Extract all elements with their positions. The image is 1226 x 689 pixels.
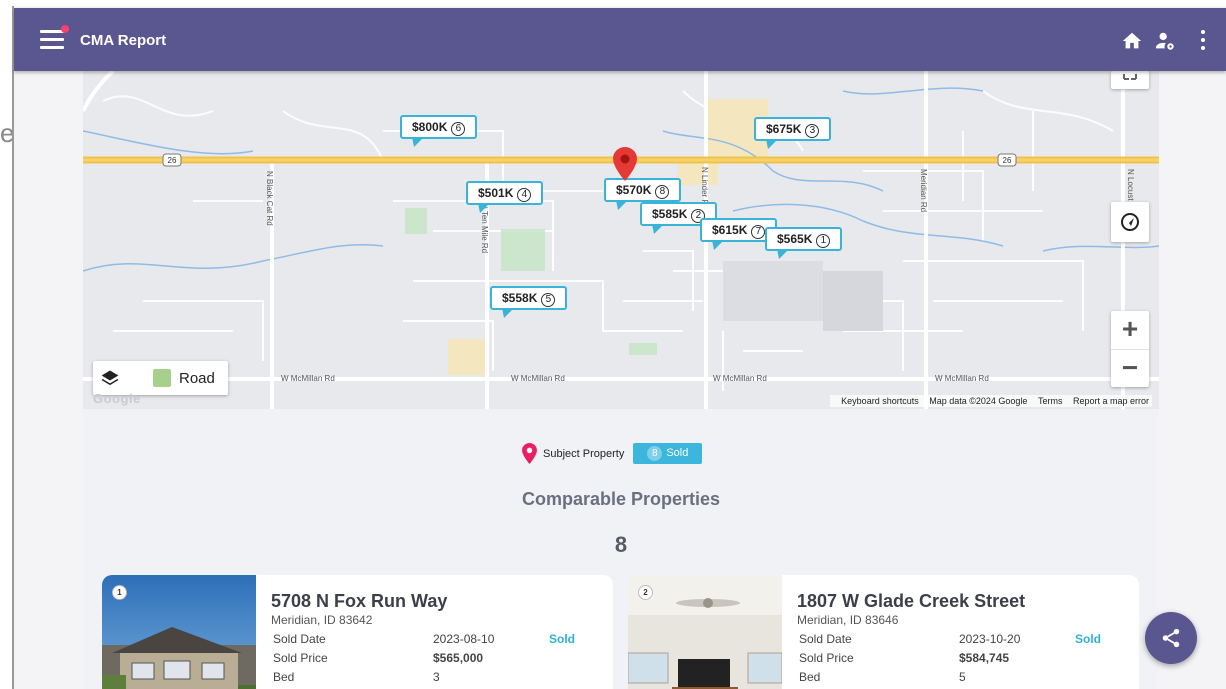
main-content: 26 26 N Black Cat Rd N Ten Mile Rd N Lin…	[83, 71, 1159, 689]
map-data-text: Map data ©2024 Google	[929, 396, 1028, 406]
card-index-badge: 1	[112, 585, 127, 600]
share-button[interactable]	[1145, 612, 1197, 664]
status-badge: Sold	[1075, 632, 1101, 646]
subject-property-label: Subject Property	[543, 447, 625, 460]
detail-value: 2023-08-10	[433, 632, 495, 646]
road-thumbnail	[153, 369, 171, 387]
status-badge: Sold	[549, 632, 575, 646]
map-legend: Subject Property 8 Sold	[522, 443, 703, 464]
frame-edge	[12, 6, 14, 689]
keyboard-shortcuts-link[interactable]: Keyboard shortcuts	[841, 396, 919, 406]
property-city: Meridian, ID 83646	[797, 613, 899, 627]
map-type-label: Road	[179, 369, 215, 387]
subject-property-pin[interactable]	[613, 147, 637, 181]
detail-label: Sold Price	[273, 651, 328, 665]
property-details: Sold Date 2023-10-20 Sold Sold Price $584,7…	[797, 631, 1101, 688]
road-label-locust: N Locust	[1126, 169, 1135, 201]
detail-value: 3	[433, 670, 440, 684]
property-card[interactable]: 2 1807 W Glade Creek Street Meridian, ID…	[628, 575, 1139, 689]
detail-label: Sold Date	[273, 632, 326, 646]
subject-pin-icon	[522, 443, 537, 464]
property-address[interactable]: 5708 N Fox Run Way	[271, 591, 601, 612]
comparables-count: 8	[614, 532, 628, 557]
zoom-in-button[interactable]: +	[1111, 311, 1149, 349]
my-location-button[interactable]	[1111, 202, 1149, 242]
layers-icon[interactable]	[93, 361, 127, 395]
hwy-shield-left: 26	[168, 156, 177, 165]
property-city: Meridian, ID 83642	[271, 613, 373, 627]
detail-label: Sold Date	[799, 632, 852, 646]
road-label-mcmillan-3: W McMillan Rd	[713, 374, 767, 383]
detail-value: 2023-10-20	[959, 632, 1021, 646]
section-title: Comparable Properties	[521, 489, 721, 509]
road-label-black-cat: N Black Cat Rd	[265, 171, 274, 226]
detail-label: Bed	[273, 670, 295, 684]
home-icon[interactable]	[1121, 30, 1143, 52]
property-details: Sold Date 2023-08-10 Sold Sold Price $565,0…	[271, 631, 575, 688]
navigation-icon	[1121, 213, 1139, 231]
property-address[interactable]: 1807 W Glade Creek Street	[797, 591, 1127, 612]
sold-label: Sold	[666, 447, 689, 459]
price-marker[interactable]: $565K 1	[765, 227, 843, 259]
report-error-link[interactable]: Report a map error	[1073, 396, 1149, 406]
notification-dot	[61, 25, 69, 33]
property-card[interactable]: 1 5708 N Fox Run Way Meridian, ID 83642 …	[102, 575, 613, 689]
sold-count: 8	[647, 446, 663, 461]
menu-button[interactable]	[40, 30, 64, 50]
hwy-shield-right: 26	[1003, 156, 1012, 165]
more-vert-icon[interactable]	[1200, 30, 1206, 50]
detail-value: 5	[959, 670, 966, 684]
property-info: 5708 N Fox Run Way Meridian, ID 83642 So…	[271, 591, 601, 688]
price-marker[interactable]: $558K 5	[490, 286, 568, 318]
detail-value: $565,000	[433, 651, 484, 665]
app-title: CMA Report	[80, 32, 167, 49]
detail-value: $584,745	[959, 651, 1010, 665]
sold-filter-chip[interactable]: 8 Sold	[633, 443, 703, 464]
card-index-badge: 2	[638, 585, 653, 600]
map-base-tiles: 26 26 N Black Cat Rd N Ten Mile Rd N Lin…	[83, 71, 1159, 409]
price-marker[interactable]: $501K 4	[466, 181, 544, 213]
price-marker[interactable]: $675K 3	[754, 117, 832, 149]
map-attribution: Keyboard shortcuts Map data ©2024 Google…	[830, 395, 1152, 407]
property-info: 1807 W Glade Creek Street Meridian, ID 8…	[797, 591, 1127, 688]
terms-link[interactable]: Terms	[1038, 396, 1063, 406]
fullscreen-button[interactable]	[1111, 71, 1149, 89]
map[interactable]: 26 26 N Black Cat Rd N Ten Mile Rd N Lin…	[83, 71, 1159, 409]
google-logo: Google	[93, 391, 141, 406]
road-label-meridian: Meridian Rd	[919, 169, 928, 212]
zoom-control: + −	[1111, 311, 1149, 387]
detail-label: Sold Price	[799, 651, 854, 665]
app-header: CMA Report	[14, 8, 1226, 71]
price-marker[interactable]: $800K 6	[400, 115, 478, 147]
zoom-out-button[interactable]: −	[1111, 349, 1149, 387]
share-icon	[1162, 628, 1180, 648]
detail-label: Bed	[799, 670, 821, 684]
road-label-mcmillan-2: W McMillan Rd	[511, 374, 565, 383]
road-label-mcmillan-4: W McMillan Rd	[935, 374, 989, 383]
price-marker[interactable]: $570K 8	[604, 178, 682, 210]
user-settings-icon[interactable]	[1154, 30, 1176, 52]
road-label-mcmillan-1: W McMillan Rd	[281, 374, 335, 383]
map-type-control[interactable]: Road	[93, 361, 228, 395]
